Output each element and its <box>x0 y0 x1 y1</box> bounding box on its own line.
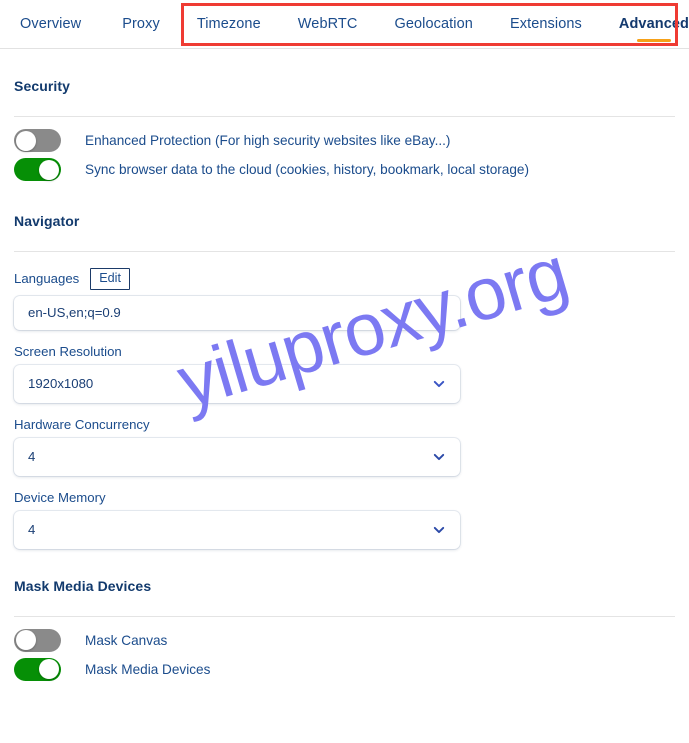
label-mask-media-devices: Mask Media Devices <box>85 661 211 677</box>
hardware-concurrency-select[interactable]: 4 <box>14 437 460 476</box>
languages-label: Languages <box>14 271 80 287</box>
tab-label: WebRTC <box>297 16 358 32</box>
languages-value: en-US,en;q=0.9 <box>28 305 121 321</box>
toggle-mask-media-devices[interactable] <box>14 657 61 681</box>
toggle-mask-canvas[interactable] <box>14 628 61 652</box>
hardware-concurrency-label: Hardware Concurrency <box>14 416 150 432</box>
toggle-knob <box>39 659 59 680</box>
field-hardware-concurrency: Hardware Concurrency 4 <box>14 417 675 476</box>
label-sync-browser-data: Sync browser data to the cloud (cookies,… <box>85 162 530 177</box>
section-divider <box>14 116 675 117</box>
toggle-knob <box>39 159 59 180</box>
tab-webrtc[interactable]: WebRTC <box>298 0 358 32</box>
field-device-memory: Device Memory 4 <box>14 490 675 549</box>
section-title-mask-media-devices: Mask Media Devices <box>14 577 152 594</box>
row-mask-canvas: Mask Canvas <box>14 626 675 655</box>
toggle-knob <box>16 130 36 151</box>
device-memory-label: Device Memory <box>14 489 106 505</box>
device-memory-select[interactable]: 4 <box>14 510 460 549</box>
label-mask-canvas: Mask Canvas <box>85 632 168 648</box>
edit-languages-button[interactable]: Edit <box>90 268 130 290</box>
toggle-knob <box>16 630 36 651</box>
tab-extensions[interactable]: Extensions <box>510 0 582 32</box>
row-mask-media-devices: Mask Media Devices <box>14 655 675 684</box>
hardware-concurrency-value: 4 <box>28 449 36 465</box>
label-enhanced-protection: Enhanced Protection (For high security w… <box>85 133 451 148</box>
chevron-down-icon <box>433 453 445 460</box>
screen-resolution-value: 1920x1080 <box>28 376 94 392</box>
chevron-down-icon <box>433 380 445 387</box>
screen-resolution-select[interactable]: 1920x1080 <box>14 364 460 403</box>
section-title-navigator: Navigator <box>14 213 80 229</box>
section-divider <box>14 615 675 617</box>
tab-label: Timezone <box>196 16 261 32</box>
tab-timezone[interactable]: Timezone <box>197 0 261 32</box>
tab-geolocation[interactable]: Geolocation <box>394 0 473 32</box>
screen-resolution-label: Screen Resolution <box>14 343 122 359</box>
toggle-sync-browser-data[interactable] <box>14 158 61 181</box>
section-title-security: Security <box>14 78 71 94</box>
row-sync-browser-data: Sync browser data to the cloud (cookies,… <box>14 155 675 184</box>
tab-label: Extensions <box>509 16 582 32</box>
tab-proxy[interactable]: Proxy <box>122 0 160 32</box>
toggle-enhanced-protection[interactable] <box>14 129 61 152</box>
tab-label: Geolocation <box>394 16 473 32</box>
tab-overview[interactable]: Overview <box>20 0 81 32</box>
field-languages: Languages Edit en-US,en;q=0.9 <box>14 268 675 330</box>
device-memory-value: 4 <box>28 522 36 538</box>
section-divider <box>14 251 675 252</box>
tab-bar: Overview Proxy Timezone WebRTC Geolocati… <box>0 0 689 49</box>
languages-input[interactable]: en-US,en;q=0.9 <box>14 295 460 330</box>
field-screen-resolution: Screen Resolution 1920x1080 <box>14 344 675 403</box>
tab-advanced[interactable]: Advanced <box>618 0 689 42</box>
tab-label: Overview <box>20 16 82 32</box>
tab-label: Proxy <box>122 16 160 32</box>
settings-content: Security Enhanced Protection (For high s… <box>0 78 689 684</box>
chevron-down-icon <box>433 526 445 533</box>
active-tab-underline <box>636 39 671 42</box>
row-enhanced-protection: Enhanced Protection (For high security w… <box>14 126 675 155</box>
languages-label-row: Languages Edit <box>14 268 675 290</box>
tab-label: Advanced <box>618 16 689 32</box>
